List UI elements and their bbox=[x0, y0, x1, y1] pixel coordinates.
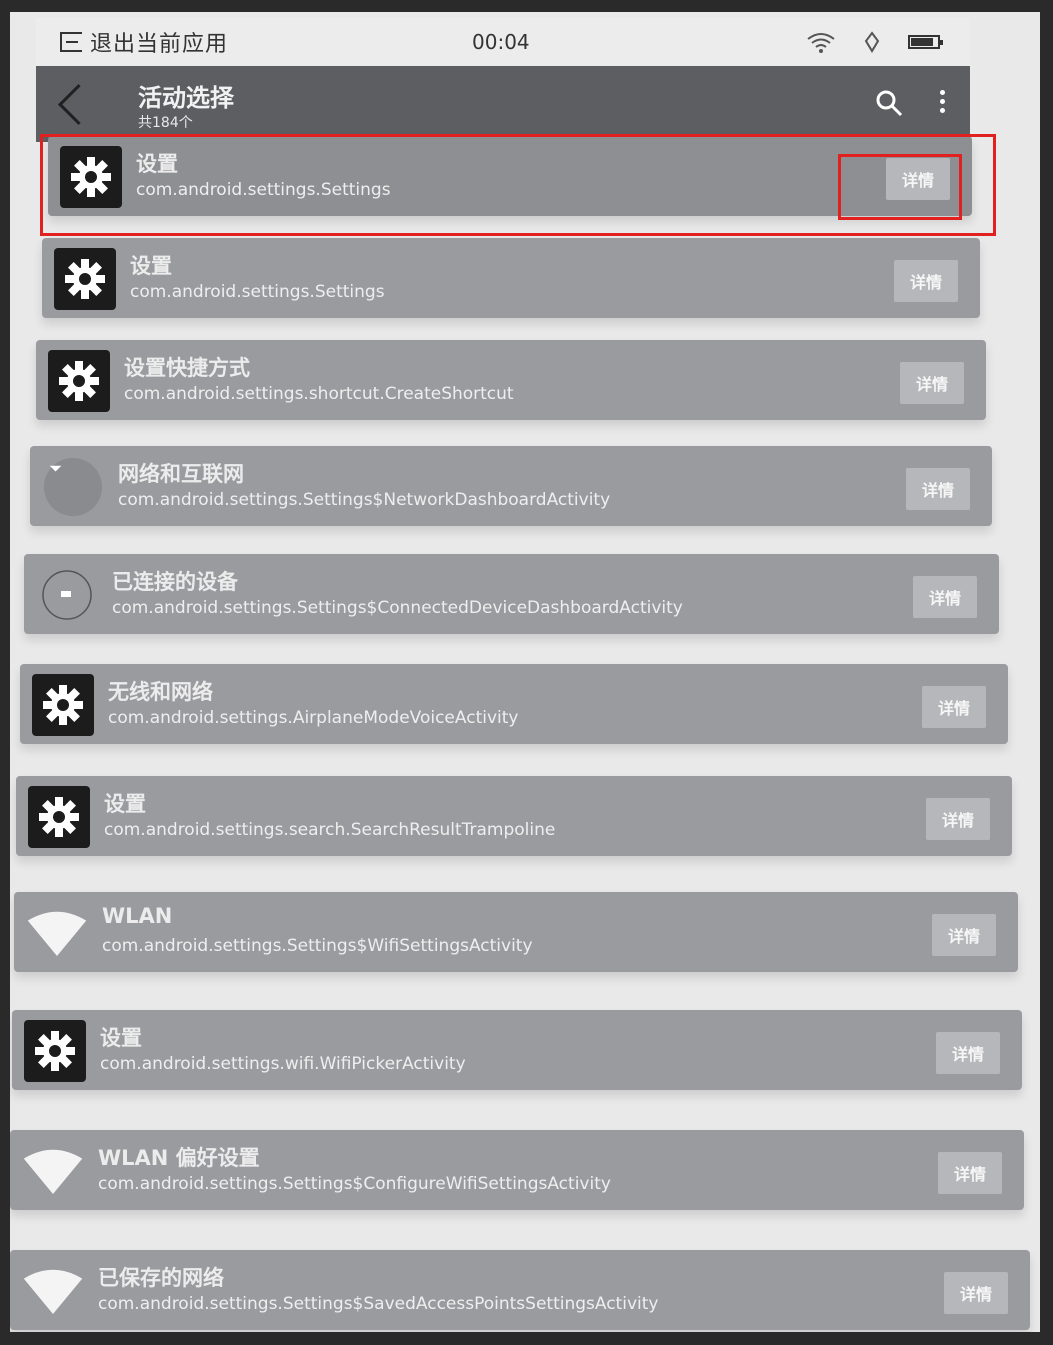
item-activity-name: com.android.settings.Settings$SavedAcces… bbox=[98, 1294, 659, 1314]
item-title: 设置 bbox=[136, 152, 178, 176]
list-item[interactable]: 已连接的设备 com.android.settings.Settings$Conn… bbox=[24, 554, 999, 634]
device-icon bbox=[36, 564, 98, 626]
wifi-icon bbox=[22, 1260, 84, 1322]
network-icon bbox=[42, 456, 104, 518]
app-bar: 活动选择 共184个 bbox=[36, 66, 970, 142]
details-button[interactable]: 详情 bbox=[913, 576, 977, 618]
item-title: 已连接的设备 bbox=[112, 570, 238, 594]
search-icon[interactable] bbox=[874, 88, 904, 118]
gear-icon bbox=[48, 350, 110, 412]
list-item[interactable]: 设置 com.android.settings.wifi.WifiPickerAc… bbox=[12, 1010, 1022, 1090]
details-button[interactable]: 详情 bbox=[944, 1272, 1008, 1314]
back-button[interactable] bbox=[54, 80, 90, 128]
item-title: WLAN 偏好设置 bbox=[98, 1146, 260, 1170]
exit-icon bbox=[60, 32, 82, 52]
exit-label: 退出当前应用 bbox=[90, 32, 229, 57]
item-activity-name: com.android.settings.search.SearchResult… bbox=[104, 820, 556, 840]
item-title: 已保存的网络 bbox=[98, 1266, 224, 1290]
gear-icon bbox=[54, 248, 116, 310]
location-icon bbox=[862, 31, 882, 53]
battery-icon bbox=[908, 35, 943, 49]
details-button[interactable]: 详情 bbox=[906, 468, 970, 510]
exit-app-button[interactable]: 退出当前应用 bbox=[60, 26, 228, 58]
details-button[interactable]: 详情 bbox=[886, 158, 950, 200]
more-options-icon[interactable] bbox=[936, 90, 948, 120]
item-activity-name: com.android.settings.AirplaneModeVoiceAc… bbox=[108, 708, 519, 728]
item-activity-name: com.android.settings.shortcut.CreateShor… bbox=[124, 384, 514, 404]
item-activity-name: com.android.settings.Settings bbox=[130, 282, 385, 302]
item-title: 设置 bbox=[100, 1026, 142, 1050]
status-icons bbox=[806, 31, 943, 53]
item-count: 共184个 bbox=[138, 115, 193, 131]
item-activity-name: com.android.settings.Settings$WifiSettin… bbox=[102, 936, 533, 956]
list-item[interactable]: WLAN 偏好设置 com.android.settings.Settings$C… bbox=[10, 1130, 1024, 1210]
page-title: 活动选择 bbox=[138, 84, 234, 112]
item-title: 设置 bbox=[104, 792, 146, 816]
gear-icon bbox=[60, 146, 122, 208]
gear-icon bbox=[24, 1020, 86, 1082]
wifi-signal-icon bbox=[806, 31, 836, 53]
wifi-icon bbox=[26, 902, 88, 964]
device-screen: 退出当前应用 00:04 活动选择 共184个 设置 com.android.s… bbox=[10, 12, 1040, 1332]
details-button[interactable]: 详情 bbox=[938, 1152, 1002, 1194]
item-title: 设置快捷方式 bbox=[124, 356, 250, 380]
list-item[interactable]: 设置 com.android.settings.search.SearchResu… bbox=[16, 776, 1012, 856]
item-title: 网络和互联网 bbox=[118, 462, 244, 486]
details-button[interactable]: 详情 bbox=[936, 1032, 1000, 1074]
gear-icon bbox=[32, 674, 94, 736]
details-button[interactable]: 详情 bbox=[926, 798, 990, 840]
details-button[interactable]: 详情 bbox=[894, 260, 958, 302]
wifi-icon bbox=[22, 1140, 84, 1202]
item-activity-name: com.android.settings.Settings$NetworkDas… bbox=[118, 490, 611, 510]
details-button[interactable]: 详情 bbox=[922, 686, 986, 728]
list-item[interactable]: 设置 com.android.settings.Settings 详情 bbox=[42, 238, 980, 318]
list-item[interactable]: WLAN com.android.settings.Settings$WifiSe… bbox=[14, 892, 1018, 972]
list-item[interactable]: 设置 com.android.settings.Settings 详情 bbox=[48, 136, 972, 216]
list-item[interactable]: 已保存的网络 com.android.settings.Settings$Save… bbox=[10, 1250, 1030, 1330]
item-activity-name: com.android.settings.Settings$ConfigureW… bbox=[98, 1174, 611, 1194]
details-button[interactable]: 详情 bbox=[932, 914, 996, 956]
status-time: 00:04 bbox=[472, 30, 530, 54]
item-activity-name: com.android.settings.Settings bbox=[136, 180, 391, 200]
item-title: WLAN bbox=[102, 904, 173, 928]
item-activity-name: com.android.settings.wifi.WifiPickerActi… bbox=[100, 1054, 466, 1074]
list-item[interactable]: 设置快捷方式 com.android.settings.shortcut.Crea… bbox=[36, 340, 986, 420]
list-item[interactable]: 网络和互联网 com.android.settings.Settings$Netw… bbox=[30, 446, 992, 526]
gear-icon bbox=[28, 786, 90, 848]
item-activity-name: com.android.settings.Settings$ConnectedD… bbox=[112, 598, 683, 618]
details-button[interactable]: 详情 bbox=[900, 362, 964, 404]
status-bar: 退出当前应用 00:04 bbox=[36, 18, 970, 66]
item-title: 设置 bbox=[130, 254, 172, 278]
item-title: 无线和网络 bbox=[108, 680, 213, 704]
list-item[interactable]: 无线和网络 com.android.settings.AirplaneModeVo… bbox=[20, 664, 1008, 744]
